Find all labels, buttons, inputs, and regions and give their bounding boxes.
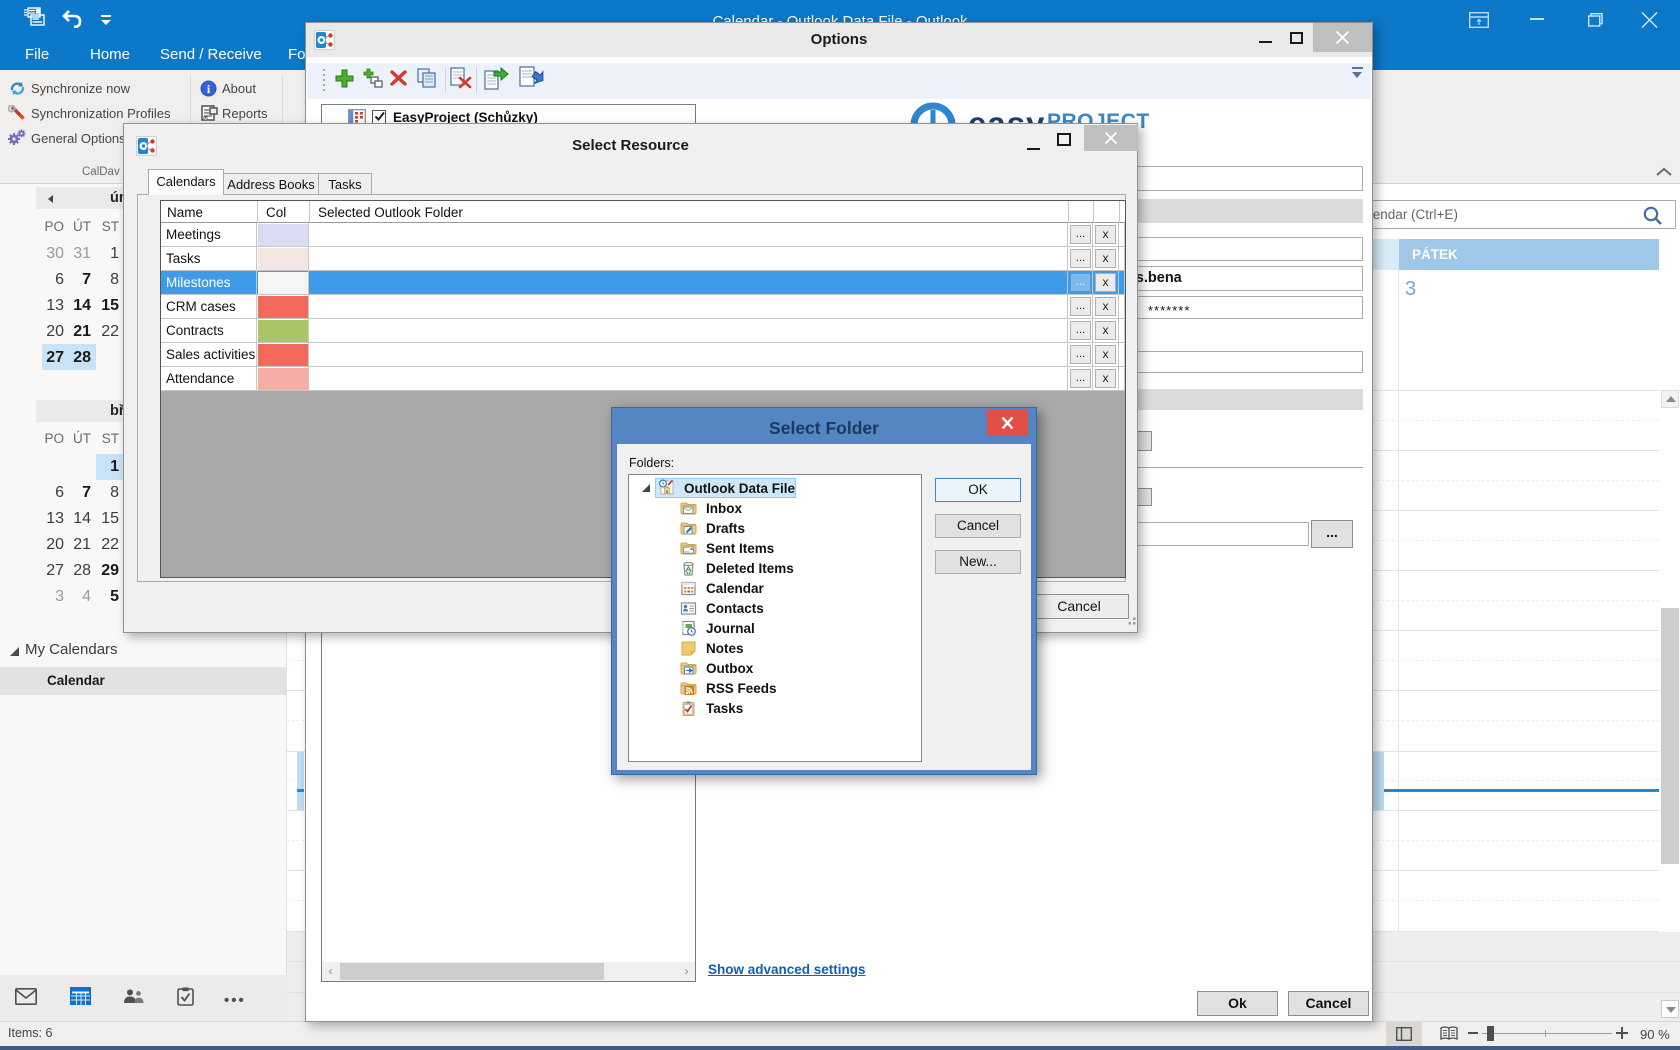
svg-text:M: M <box>204 116 208 121</box>
